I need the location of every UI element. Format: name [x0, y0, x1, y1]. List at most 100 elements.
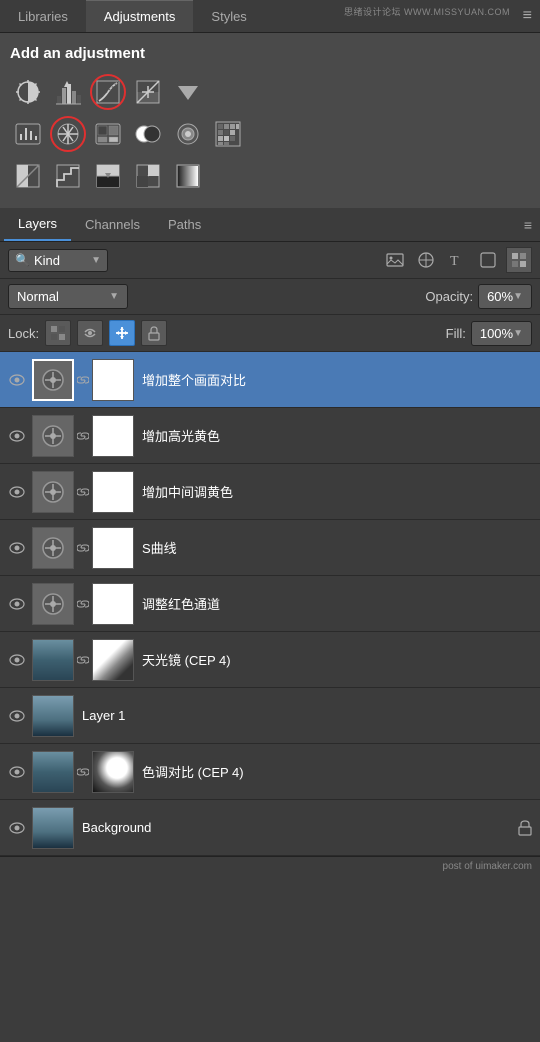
lock-image-button[interactable] — [77, 320, 103, 346]
layer-name: Layer 1 — [78, 708, 534, 723]
image-filter-icon[interactable] — [382, 247, 408, 273]
kind-dropdown-arrow: ▼ — [91, 255, 101, 266]
posterize-icon[interactable] — [50, 158, 86, 194]
layer-mask-thumbnail — [92, 415, 134, 457]
layer-mask-thumbnail — [92, 639, 134, 681]
layers-panel-menu-icon[interactable]: ≡ — [524, 217, 532, 233]
tab-styles[interactable]: Styles — [193, 1, 264, 32]
layer-name: Background — [78, 820, 512, 835]
layer-main-thumbnail — [32, 751, 74, 793]
gradient-map-icon[interactable] — [170, 158, 206, 194]
layer-visibility-icon[interactable] — [6, 593, 28, 615]
layer-link-icon — [76, 485, 90, 499]
lock-pixels-button[interactable] — [45, 320, 71, 346]
kind-row: 🔍 Kind ▼ T — [0, 242, 540, 279]
color-balance-icon[interactable] — [90, 116, 126, 152]
kind-filter-dropdown[interactable]: 🔍 Kind ▼ — [8, 249, 108, 272]
layer-item[interactable]: 增加高光黄色 — [0, 408, 540, 464]
layer-visibility-icon[interactable] — [6, 705, 28, 727]
photo-filter-icon[interactable] — [170, 116, 206, 152]
lock-row: Lock: Fill: 100% ▼ — [0, 315, 540, 352]
layer-visibility-icon[interactable] — [6, 425, 28, 447]
layer-main-thumbnail — [32, 527, 74, 569]
adjustment-icons-row3 — [10, 158, 530, 194]
layer-visibility-icon[interactable] — [6, 369, 28, 391]
layer-name: 增加中间调黄色 — [138, 482, 534, 501]
layer-name: 色调对比 (CEP 4) — [138, 762, 534, 781]
layer-name: 增加整个画面对比 — [138, 370, 534, 389]
hue-saturation-icon[interactable] — [50, 116, 86, 152]
layer-main-thumbnail — [32, 359, 74, 401]
layer-thumbnail-wrap — [32, 639, 134, 681]
kind-filter-icons: T — [382, 247, 532, 273]
tab-adjustments[interactable]: Adjustments — [86, 0, 194, 32]
tab-libraries[interactable]: Libraries — [0, 1, 86, 32]
vibrance-icon[interactable] — [10, 116, 46, 152]
fill-val: 100% — [480, 326, 513, 341]
threshold-icon[interactable] — [90, 158, 126, 194]
vibrance-dropdown-icon[interactable] — [170, 74, 206, 110]
invert-icon[interactable] — [10, 158, 46, 194]
layer-visibility-icon[interactable] — [6, 537, 28, 559]
lock-all-button[interactable] — [141, 320, 167, 346]
layer-item[interactable]: Layer 1 — [0, 688, 540, 744]
layer-main-thumbnail — [32, 639, 74, 681]
opacity-label: Opacity: — [425, 289, 473, 304]
layer-item[interactable]: 增加中间调黄色 — [0, 464, 540, 520]
panel-menu-icon[interactable]: ≡ — [523, 7, 532, 25]
layer-lock-icon — [516, 819, 534, 837]
text-filter-icon[interactable]: T — [444, 247, 470, 273]
blend-mode-dropdown[interactable]: Normal ▼ — [8, 284, 128, 309]
layer-thumbnail-wrap — [32, 583, 134, 625]
lock-position-button[interactable] — [109, 320, 135, 346]
tab-paths[interactable]: Paths — [154, 209, 215, 240]
layer-list: 增加整个画面对比增加高光黄色增加中间调黄色 S曲线调整红色通道天光镜 (CEP 4… — [0, 352, 540, 856]
layer-thumbnail-wrap — [32, 415, 134, 457]
opacity-input[interactable]: 60% ▼ — [478, 284, 532, 309]
layer-link-icon — [76, 597, 90, 611]
tab-layers[interactable]: Layers — [4, 208, 71, 241]
circle-filter-icon[interactable] — [413, 247, 439, 273]
layer-mask-thumbnail — [92, 527, 134, 569]
layer-item[interactable]: 调整红色通道 — [0, 576, 540, 632]
layer-item[interactable]: 增加整个画面对比 — [0, 352, 540, 408]
channel-mixer-icon[interactable] — [210, 116, 246, 152]
layer-mask-thumbnail — [92, 471, 134, 513]
layer-name: 增加高光黄色 — [138, 426, 534, 445]
layer-thumbnail-wrap — [32, 807, 74, 849]
fill-input[interactable]: 100% ▼ — [471, 321, 532, 346]
sub-tab-bar: Layers Channels Paths ≡ — [0, 208, 540, 242]
layer-item[interactable]: S曲线 — [0, 520, 540, 576]
panel-footer: post of uimaker.com — [0, 856, 540, 876]
selective-color-icon[interactable] — [130, 158, 166, 194]
layer-item[interactable]: 天光镜 (CEP 4) — [0, 632, 540, 688]
layer-thumbnail-wrap — [32, 695, 74, 737]
layer-main-thumbnail — [32, 415, 74, 457]
layer-visibility-icon[interactable] — [6, 481, 28, 503]
opacity-group: Opacity: 60% ▼ — [425, 284, 532, 309]
layer-item[interactable]: Background — [0, 800, 540, 856]
bw-icon[interactable] — [130, 116, 166, 152]
layer-main-thumbnail — [32, 583, 74, 625]
layer-link-icon — [76, 765, 90, 779]
exposure-icon[interactable] — [130, 74, 166, 110]
layer-item[interactable]: 色调对比 (CEP 4) — [0, 744, 540, 800]
tab-channels[interactable]: Channels — [71, 209, 154, 240]
fill-label: Fill: — [446, 326, 466, 341]
layer-name: S曲线 — [138, 538, 534, 557]
adjustment-icons-row1 — [10, 74, 530, 110]
layer-visibility-icon[interactable] — [6, 649, 28, 671]
layer-link-icon — [76, 373, 90, 387]
shape-filter-icon[interactable] — [475, 247, 501, 273]
layer-main-thumbnail — [32, 807, 74, 849]
layer-visibility-icon[interactable] — [6, 817, 28, 839]
opacity-val: 60% — [487, 289, 513, 304]
curves-icon[interactable] — [90, 74, 126, 110]
brightness-contrast-icon[interactable] — [10, 74, 46, 110]
smart-filter-icon[interactable] — [506, 247, 532, 273]
layer-visibility-icon[interactable] — [6, 761, 28, 783]
fill-group: Fill: 100% ▼ — [446, 321, 532, 346]
layer-thumbnail-wrap — [32, 471, 134, 513]
lock-label: Lock: — [8, 326, 39, 341]
levels-icon[interactable] — [50, 74, 86, 110]
